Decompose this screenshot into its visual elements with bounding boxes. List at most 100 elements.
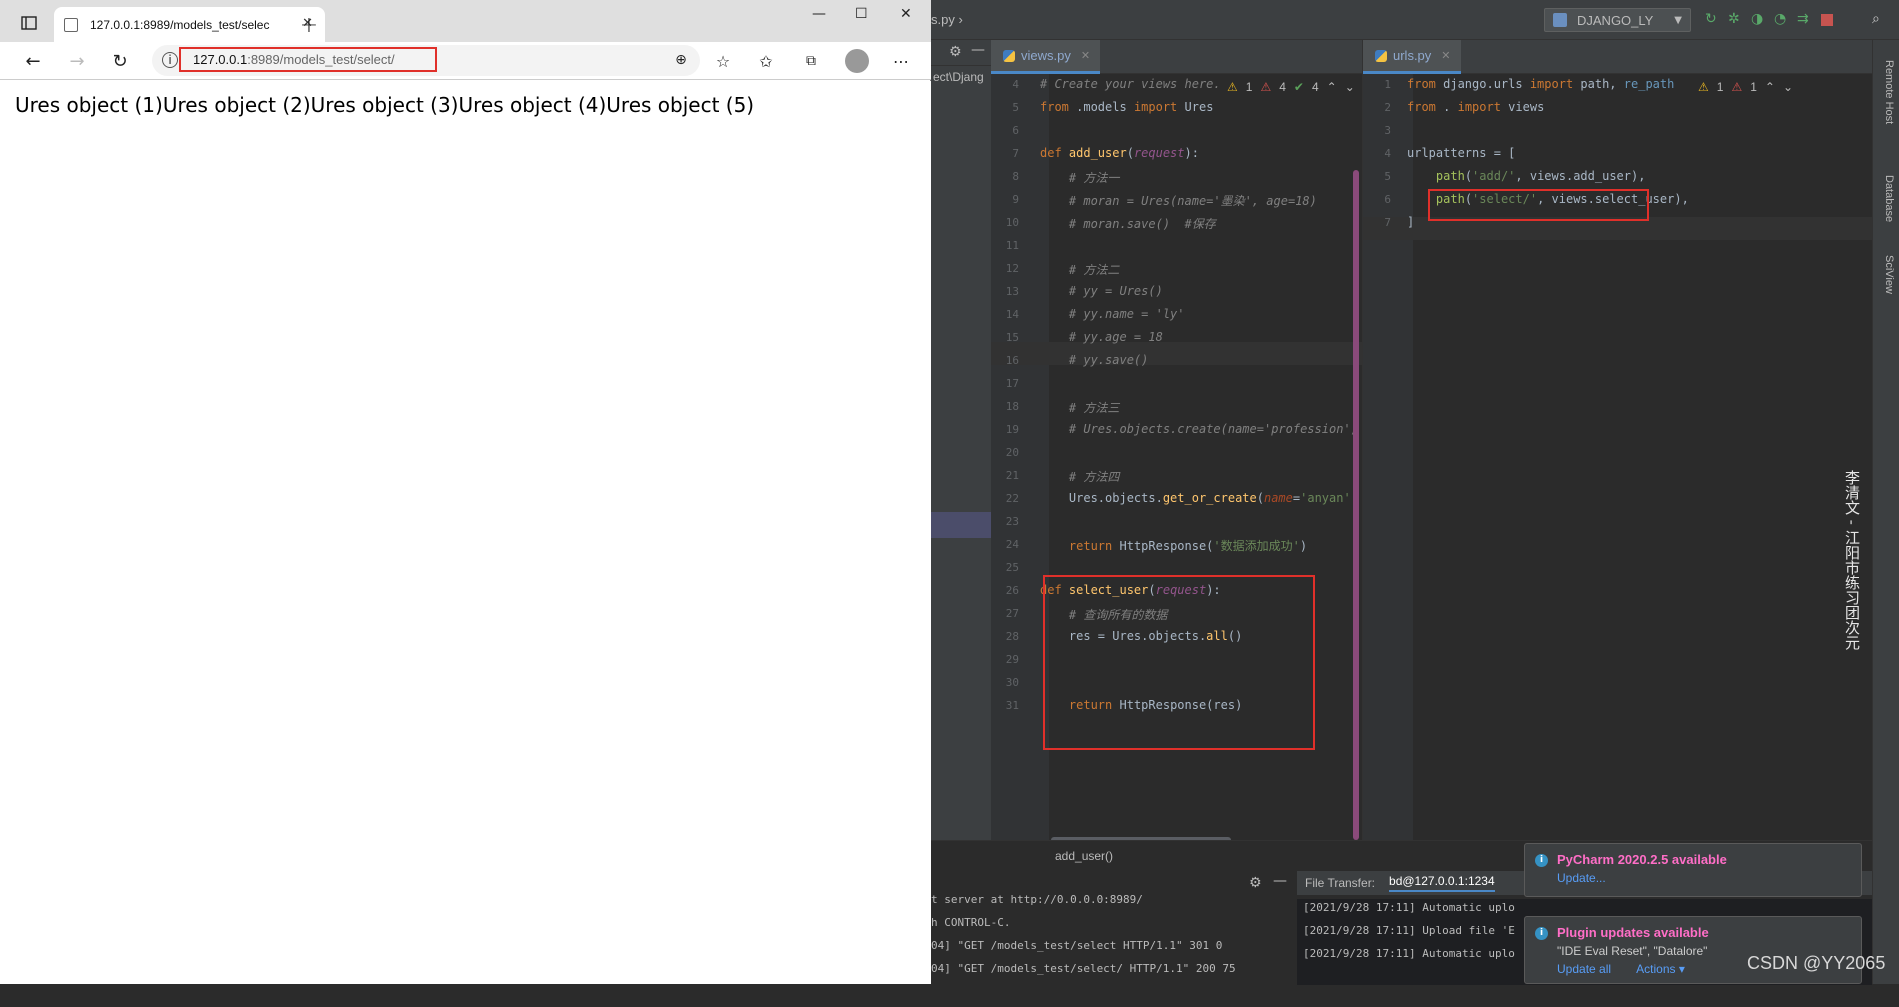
code-line[interactable]: 21 # 方法四 bbox=[991, 465, 1362, 488]
code-line[interactable]: 9 # moran = Ures(name='墨染', age=18) bbox=[991, 189, 1362, 212]
close-icon[interactable]: ✕ bbox=[1081, 49, 1090, 62]
urls-inspection-widget[interactable]: ⚠ 1 ⚠ 1 ⌃ ⌄ bbox=[1698, 80, 1793, 94]
sciview-tab[interactable]: SciView bbox=[1883, 255, 1895, 294]
warning-count: 1 bbox=[1716, 80, 1724, 94]
stop-icon[interactable] bbox=[1821, 14, 1833, 26]
line-number: 28 bbox=[1005, 630, 1019, 643]
tab-urls-py[interactable]: urls.py ✕ bbox=[1363, 40, 1461, 74]
code-line[interactable]: 5 from .models import Ures bbox=[991, 97, 1362, 120]
navigation-breadcrumb[interactable]: s.py › bbox=[931, 12, 963, 27]
code-line[interactable]: 7 def add_user(request): bbox=[991, 143, 1362, 166]
code-line[interactable]: 15 # yy.age = 18 bbox=[991, 327, 1362, 350]
code-text: # 方法三 bbox=[1040, 401, 1120, 415]
line-number: 18 bbox=[1005, 400, 1019, 413]
notification-title: Plugin updates available bbox=[1557, 925, 1709, 940]
actions-link[interactable]: Actions ▾ bbox=[1636, 962, 1685, 976]
site-info-icon[interactable]: i bbox=[162, 52, 178, 68]
hide-panel-icon[interactable]: — bbox=[971, 42, 985, 58]
code-text: # moran = Ures(name='墨染', age=18) bbox=[1040, 194, 1317, 208]
coverage-icon[interactable]: ◑ bbox=[1751, 11, 1763, 27]
code-line[interactable]: 5 path('add/', views.add_user), bbox=[1363, 166, 1872, 189]
maximize-icon[interactable]: ☐ bbox=[855, 6, 868, 22]
code-text: Ures.objects.get_or_create(name='anyan',… bbox=[1040, 491, 1416, 505]
views-tab-bar: views.py ✕ bbox=[991, 40, 1362, 74]
code-line[interactable]: 4 urlpatterns = [ bbox=[1363, 143, 1872, 166]
code-text: def add_user(request): bbox=[1040, 146, 1199, 160]
line-number: 12 bbox=[1005, 262, 1019, 275]
database-tab[interactable]: Database bbox=[1883, 175, 1895, 222]
code-line[interactable]: 22 Ures.objects.get_or_create(name='anya… bbox=[991, 488, 1416, 511]
code-line[interactable]: 6 bbox=[991, 120, 1362, 143]
collections-icon[interactable]: ⧉ bbox=[800, 50, 822, 72]
line-number: 14 bbox=[1005, 308, 1019, 321]
error-icon: ⚠ bbox=[1260, 80, 1272, 94]
code-line[interactable]: 11 bbox=[991, 235, 1362, 258]
chevron-up-icon[interactable]: ⌃ bbox=[1327, 80, 1337, 94]
run-configuration-select[interactable]: DJANGO_LY ▼ bbox=[1544, 8, 1691, 32]
pycharm-update-notification: i PyCharm 2020.2.5 available Update... bbox=[1524, 843, 1862, 897]
hide-panel-icon[interactable]: — bbox=[1273, 873, 1287, 889]
code-line[interactable]: 12 # 方法二 bbox=[991, 258, 1362, 281]
run-icon[interactable]: ↻ bbox=[1705, 11, 1717, 27]
console-line: 04] "GET /models_test/select HTTP/1.1" 3… bbox=[931, 939, 1223, 952]
views-inspection-widget[interactable]: ⚠ 1 ⚠ 4 ✔ 4 ⌃ ⌄ bbox=[1227, 80, 1355, 94]
browser-tab[interactable]: 127.0.0.1:8989/models_test/selec ✕ bbox=[54, 7, 325, 42]
new-tab-button[interactable]: + bbox=[296, 12, 322, 38]
refresh-icon[interactable]: ↻ bbox=[109, 50, 131, 72]
line-number: 11 bbox=[1005, 239, 1019, 252]
chevron-down-icon[interactable]: ⌄ bbox=[1783, 80, 1793, 94]
chevron-down-icon[interactable]: ⌄ bbox=[1345, 80, 1355, 94]
editor-breadcrumb[interactable]: add_user() bbox=[1055, 849, 1113, 863]
line-number: 22 bbox=[1005, 492, 1019, 505]
tab-file-transfer-server[interactable]: bd@127.0.0.1:1234 bbox=[1389, 874, 1495, 892]
zoom-icon[interactable]: ⊕ bbox=[672, 51, 690, 69]
remote-host-tab[interactable]: Remote Host bbox=[1883, 60, 1895, 124]
debug-icon[interactable]: ✲ bbox=[1728, 11, 1740, 27]
tab-views-py[interactable]: views.py ✕ bbox=[991, 40, 1101, 74]
code-line[interactable]: 18 # 方法三 bbox=[991, 396, 1362, 419]
forward-icon[interactable]: → bbox=[66, 50, 88, 72]
code-line[interactable]: 17 bbox=[991, 373, 1362, 396]
profile-run-icon[interactable]: ◔ bbox=[1774, 11, 1786, 27]
gear-icon[interactable]: ⚙ bbox=[1249, 875, 1262, 891]
code-line[interactable]: 10 # moran.save() #保存 bbox=[991, 212, 1362, 235]
line-number: 10 bbox=[1005, 216, 1019, 229]
code-line[interactable]: 19 # Ures.objects.create(name='professio… bbox=[991, 419, 1416, 442]
close-window-icon[interactable]: ✕ bbox=[900, 6, 912, 22]
update-link[interactable]: Update... bbox=[1557, 871, 1606, 885]
tab-actions-icon[interactable] bbox=[18, 12, 40, 34]
selected-tree-row[interactable] bbox=[931, 512, 991, 538]
code-text: # yy.name = 'ly' bbox=[1040, 307, 1185, 321]
watermark: CSDN @YY2065 bbox=[1747, 953, 1886, 973]
line-number: 23 bbox=[1005, 515, 1019, 528]
code-line[interactable]: 2 from . import views bbox=[1363, 97, 1872, 120]
project-tree-path[interactable]: ect\Djang bbox=[933, 70, 984, 84]
code-line[interactable]: 24 return HttpResponse('数据添加成功') bbox=[991, 534, 1362, 557]
line-number: 4 bbox=[1384, 147, 1391, 160]
vertical-scrollbar[interactable] bbox=[1353, 170, 1359, 840]
code-line[interactable]: 14 # yy.name = 'ly' bbox=[991, 304, 1362, 327]
code-line[interactable]: 23 bbox=[991, 511, 1362, 534]
minimize-icon[interactable]: — bbox=[812, 6, 826, 22]
code-line[interactable]: 1 from django.urls import path, re_path bbox=[1363, 74, 1872, 97]
code-line[interactable]: 13 # yy = Ures() bbox=[991, 281, 1362, 304]
build-icon[interactable]: ⇉ bbox=[1797, 11, 1809, 27]
favorites-icon[interactable]: ✩ bbox=[755, 50, 777, 72]
back-icon[interactable]: ← bbox=[22, 50, 44, 72]
run-console[interactable]: t server at http://0.0.0.0:8989/ h CONTR… bbox=[931, 893, 1291, 1007]
url-text[interactable]: 127.0.0.1:8989/models_test/select/ bbox=[193, 52, 395, 67]
favorite-add-icon[interactable]: ☆ bbox=[712, 50, 734, 72]
code-text: from . import views bbox=[1407, 100, 1545, 114]
code-line[interactable]: 20 bbox=[991, 442, 1362, 465]
gear-icon[interactable]: ⚙ bbox=[949, 44, 962, 60]
chevron-up-icon[interactable]: ⌃ bbox=[1765, 80, 1775, 94]
more-menu-icon[interactable]: ⋯ bbox=[890, 50, 912, 72]
code-line[interactable]: 3 bbox=[1363, 120, 1872, 143]
code-line[interactable]: 16 # yy.save() bbox=[991, 350, 1362, 373]
profile-avatar[interactable] bbox=[845, 49, 869, 73]
log-line: [2021/9/28 17:11] Automatic uplo bbox=[1303, 901, 1515, 914]
search-everywhere-icon[interactable]: ⌕ bbox=[1872, 11, 1880, 27]
code-line[interactable]: 8 # 方法一 bbox=[991, 166, 1362, 189]
close-icon[interactable]: ✕ bbox=[1441, 49, 1450, 62]
update-all-link[interactable]: Update all bbox=[1557, 962, 1611, 976]
